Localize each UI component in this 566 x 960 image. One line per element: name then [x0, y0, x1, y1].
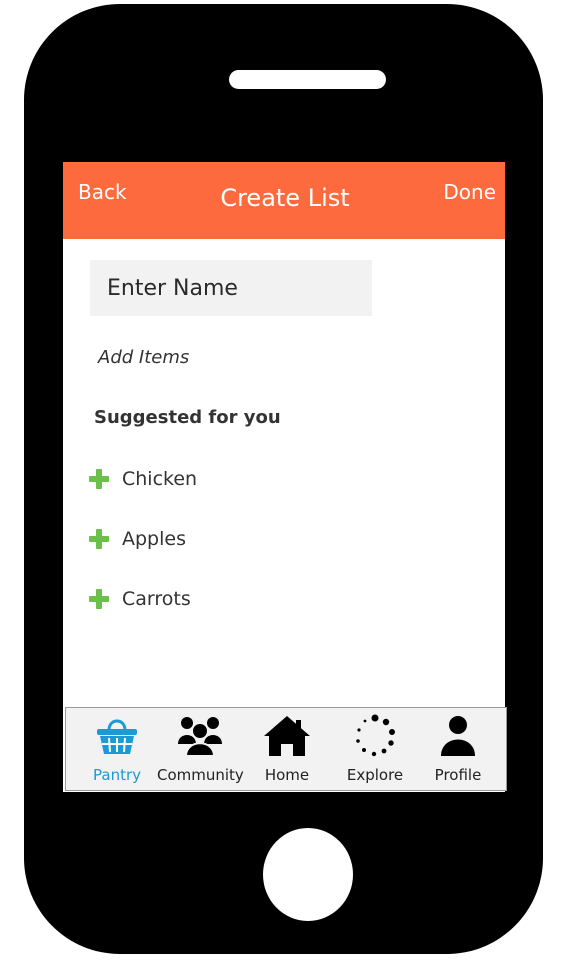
bottom-tab-bar: Pantry Community Home Explore Profile: [65, 707, 507, 791]
plus-icon[interactable]: [89, 529, 109, 549]
person-icon: [438, 714, 478, 762]
tab-profile[interactable]: Profile: [415, 708, 501, 790]
done-button[interactable]: Done: [443, 180, 496, 204]
suggested-item-label: Apples: [122, 528, 186, 550]
header-bar: Back Create List Done: [63, 162, 505, 239]
tab-label: Community: [157, 766, 244, 784]
suggested-item-label: Chicken: [122, 468, 198, 490]
tab-label: Explore: [346, 766, 404, 784]
suggested-heading: Suggested for you: [94, 407, 281, 428]
suggested-item-chicken[interactable]: Chicken: [89, 464, 197, 494]
people-icon: [176, 714, 224, 762]
suggested-item-apples[interactable]: Apples: [89, 524, 186, 554]
tab-label: Pantry: [93, 766, 141, 784]
suggested-item-carrots[interactable]: Carrots: [89, 584, 191, 614]
basket-icon: [94, 714, 140, 762]
plus-icon[interactable]: [89, 469, 109, 489]
tab-explore[interactable]: Explore: [332, 708, 418, 790]
tab-pantry[interactable]: Pantry: [74, 708, 160, 790]
tab-label: Profile: [434, 766, 482, 784]
tab-home[interactable]: Home: [244, 708, 330, 790]
phone-speaker: [229, 70, 386, 89]
add-items-label[interactable]: Add Items: [98, 347, 189, 368]
tab-community[interactable]: Community: [157, 708, 244, 790]
page-title: Create List: [220, 184, 350, 212]
house-icon: [262, 714, 312, 762]
suggested-item-label: Carrots: [122, 588, 191, 610]
list-name-input[interactable]: [90, 260, 372, 316]
phone-home-button[interactable]: [263, 828, 353, 921]
dots-circle-icon: [353, 714, 397, 762]
app-screen: Back Create List Done Add Items Suggeste…: [63, 162, 505, 792]
tab-label: Home: [264, 766, 310, 784]
plus-icon[interactable]: [89, 589, 109, 609]
